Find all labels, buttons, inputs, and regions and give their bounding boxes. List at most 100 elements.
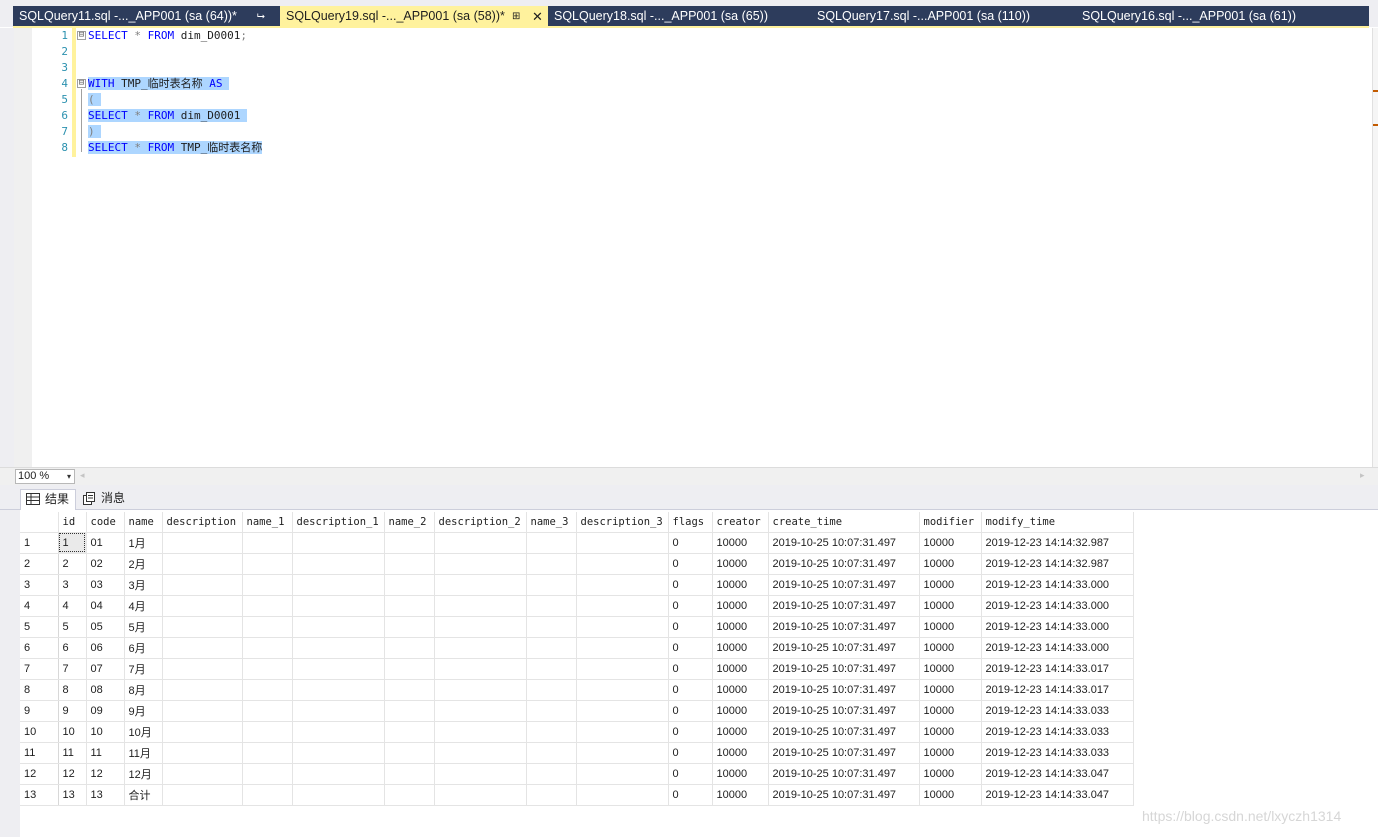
tab-sqlquery16[interactable]: SQLQuery16.sql -..._APP001 (sa (61)) <box>1076 6 1356 27</box>
grid-cell[interactable]: 2019-10-25 10:07:31.497 <box>768 742 920 764</box>
grid-cell[interactable]: 2019-10-25 10:07:31.497 <box>768 763 920 785</box>
grid-cell[interactable]: 9月 <box>124 700 163 722</box>
grid-cell[interactable] <box>434 574 527 596</box>
row-number[interactable]: 12 <box>20 763 59 785</box>
grid-cell[interactable]: 2019-12-23 14:14:32.987 <box>981 553 1134 575</box>
table-row[interactable]: 8 8 08 8月 0 10000 2019-10-25 10:07:31.497 10000… <box>20 679 1134 701</box>
grid-cell[interactable]: 11月 <box>124 742 163 764</box>
grid-cell[interactable] <box>434 637 527 659</box>
grid-cell[interactable] <box>384 616 435 638</box>
grid-cell[interactable]: 2019-12-23 14:14:33.033 <box>981 700 1134 722</box>
grid-cell[interactable] <box>434 763 527 785</box>
grid-cell[interactable] <box>242 700 293 722</box>
grid-cell[interactable] <box>434 721 527 743</box>
grid-cell[interactable] <box>576 595 669 617</box>
grid-cell[interactable] <box>162 616 243 638</box>
grid-cell[interactable] <box>162 700 243 722</box>
grid-cell[interactable]: 10000 <box>712 658 769 680</box>
grid-cell[interactable] <box>292 553 385 575</box>
table-row[interactable]: 9 9 09 9月 0 10000 2019-10-25 10:07:31.497 10000… <box>20 700 1134 722</box>
grid-cell[interactable] <box>292 679 385 701</box>
grid-cell[interactable]: 10000 <box>919 721 982 743</box>
grid-cell[interactable] <box>576 763 669 785</box>
grid-cell[interactable]: 11 <box>86 742 125 764</box>
grid-cell[interactable] <box>162 637 243 659</box>
grid-cell[interactable]: 2019-12-23 14:14:33.000 <box>981 574 1134 596</box>
grid-cell[interactable]: 3 <box>58 574 87 596</box>
grid-cell[interactable] <box>384 595 435 617</box>
grid-cell[interactable]: 10000 <box>919 784 982 806</box>
grid-cell[interactable]: 0 <box>668 616 713 638</box>
grid-cell[interactable] <box>384 742 435 764</box>
grid-cell[interactable] <box>526 784 577 806</box>
row-number[interactable]: 1 <box>20 532 59 554</box>
grid-cell[interactable]: 0 <box>668 742 713 764</box>
grid-cell[interactable]: 10000 <box>712 679 769 701</box>
column-header-name-1[interactable]: name_1 <box>242 512 293 533</box>
table-row[interactable]: 2 2 02 2月 0 10000 2019-10-25 10:07:31.497 10000… <box>20 553 1134 575</box>
grid-cell[interactable]: 10000 <box>919 595 982 617</box>
grid-cell[interactable] <box>526 742 577 764</box>
grid-cell[interactable] <box>242 784 293 806</box>
grid-cell[interactable] <box>242 637 293 659</box>
grid-cell[interactable] <box>434 658 527 680</box>
vertical-scrollbar[interactable] <box>1372 28 1378 467</box>
zoom-select[interactable]: 100 % ▾ <box>15 469 75 484</box>
grid-cell[interactable] <box>162 763 243 785</box>
grid-cell[interactable]: 2019-12-23 14:14:33.017 <box>981 658 1134 680</box>
grid-cell[interactable] <box>576 679 669 701</box>
grid-cell[interactable]: 10 <box>86 721 125 743</box>
grid-cell[interactable]: 0 <box>668 700 713 722</box>
row-number[interactable]: 5 <box>20 616 59 638</box>
grid-cell[interactable]: 2月 <box>124 553 163 575</box>
grid-cell[interactable]: 0 <box>668 763 713 785</box>
grid-cell[interactable]: 2019-10-25 10:07:31.497 <box>768 637 920 659</box>
grid-cell[interactable]: 09 <box>86 700 125 722</box>
grid-cell[interactable]: 01 <box>86 532 125 554</box>
row-number[interactable]: 9 <box>20 700 59 722</box>
grid-cell[interactable]: 10000 <box>712 637 769 659</box>
grid-cell[interactable]: 5 <box>58 616 87 638</box>
grid-cell[interactable]: 10000 <box>712 742 769 764</box>
grid-cell[interactable]: 2019-12-23 14:14:32.987 <box>981 532 1134 554</box>
grid-cell[interactable] <box>576 574 669 596</box>
row-number[interactable]: 10 <box>20 721 59 743</box>
grid-cell[interactable] <box>576 721 669 743</box>
table-row[interactable]: 12 12 12 12月 0 10000 2019-10-25 10:07:31.497 10… <box>20 763 1134 785</box>
grid-cell[interactable] <box>162 658 243 680</box>
grid-cell[interactable]: 2019-12-23 14:14:33.033 <box>981 742 1134 764</box>
grid-cell[interactable] <box>384 679 435 701</box>
grid-cell[interactable]: 10000 <box>712 574 769 596</box>
code-line[interactable]: WITH TMP_临时表名称 AS <box>88 76 230 92</box>
grid-cell[interactable] <box>526 763 577 785</box>
grid-cell[interactable]: 03 <box>86 574 125 596</box>
grid-cell[interactable]: 10000 <box>919 637 982 659</box>
grid-cell[interactable] <box>292 700 385 722</box>
grid-cell[interactable]: 2019-12-23 14:14:33.047 <box>981 763 1134 785</box>
grid-cell[interactable] <box>292 595 385 617</box>
row-number[interactable]: 6 <box>20 637 59 659</box>
grid-cell[interactable] <box>526 595 577 617</box>
grid-cell[interactable]: 8月 <box>124 679 163 701</box>
grid-cell[interactable] <box>292 763 385 785</box>
close-icon[interactable]: ✕ <box>532 6 543 27</box>
tab-sqlquery11[interactable]: SQLQuery11.sql -..._APP001 (sa (64))* ⮡ <box>13 6 279 27</box>
column-header-create-time[interactable]: create_time <box>768 512 920 533</box>
grid-cell[interactable]: 2019-10-25 10:07:31.497 <box>768 658 920 680</box>
grid-cell[interactable]: 0 <box>668 679 713 701</box>
grid-cell[interactable] <box>242 721 293 743</box>
grid-cell[interactable]: 12 <box>58 763 87 785</box>
grid-cell[interactable] <box>576 700 669 722</box>
grid-cell[interactable] <box>434 616 527 638</box>
grid-cell[interactable]: 10000 <box>712 595 769 617</box>
column-header-modify-time[interactable]: modify_time <box>981 512 1134 533</box>
grid-cell[interactable]: 4 <box>58 595 87 617</box>
grid-cell[interactable] <box>242 616 293 638</box>
grid-cell[interactable] <box>162 532 243 554</box>
grid-cell[interactable]: 10000 <box>919 532 982 554</box>
grid-cell[interactable] <box>242 553 293 575</box>
grid-cell[interactable]: 10000 <box>919 679 982 701</box>
grid-cell[interactable]: 05 <box>86 616 125 638</box>
grid-cell[interactable] <box>162 574 243 596</box>
table-row[interactable]: 1 1 01 1月 0 10000 2019-10-25 10:07:31.497 10000… <box>20 532 1134 554</box>
